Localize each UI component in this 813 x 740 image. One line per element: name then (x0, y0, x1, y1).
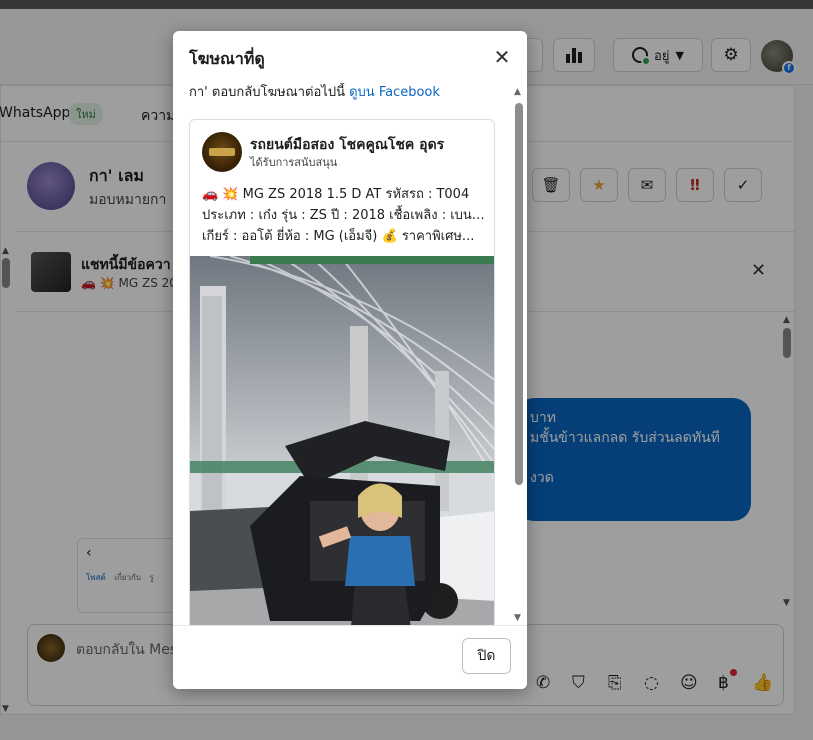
reply-note-text: กา' ตอบกลับโฆษณาต่อไปนี้ (189, 85, 345, 100)
sponsored-label: ได้รับการสนับสนุน (250, 156, 338, 169)
dialog-scrollbar[interactable]: ▲ ▼ (513, 87, 525, 623)
dialog-scrollbar-thumb[interactable] (515, 103, 523, 485)
close-button[interactable]: ปิด (462, 638, 511, 674)
close-icon[interactable]: ✕ (490, 46, 514, 70)
dialog-footer: ปิด (173, 625, 527, 689)
dialog-title: โฆษณาที่ดู (189, 49, 265, 68)
ad-caption-line: 🚗 💥 MG ZS 2018 1.5 D AT รหัสรถ : T004 (202, 187, 470, 202)
scroll-up-icon[interactable]: ▲ (514, 87, 521, 97)
car-showroom-photo (190, 256, 494, 625)
ad-caption: 🚗 💥 MG ZS 2018 1.5 D AT รหัสรถ : T004 ปร… (202, 184, 488, 247)
reply-note: กา' ตอบกลับโฆษณาต่อไปนี้ ดูบน Facebook (189, 83, 440, 103)
dialog-body: กา' ตอบกลับโฆษณาต่อไปนี้ ดูบน Facebook ร… (173, 83, 527, 625)
ad-caption-line: ประเภท : เก๋ง รุ่น : ZS ปี : 2018 เชื้อเ… (202, 208, 488, 223)
ad-caption-line: เกียร์ : ออโต้ ยี่ห้อ : MG (เอ็มจี) 💰 รา… (202, 229, 475, 244)
ad-preview-card: รถยนต์มือสอง โชคคูณโชค อุดร ได้รับการสนั… (189, 119, 495, 625)
scroll-down-icon[interactable]: ▼ (514, 613, 521, 623)
ad-viewed-dialog: โฆษณาที่ดู ✕ กา' ตอบกลับโฆษณาต่อไปนี้ ดู… (173, 31, 527, 689)
view-on-facebook-link[interactable]: ดูบน Facebook (349, 85, 440, 100)
ad-photo[interactable] (190, 256, 494, 625)
page-logo[interactable] (202, 132, 242, 172)
